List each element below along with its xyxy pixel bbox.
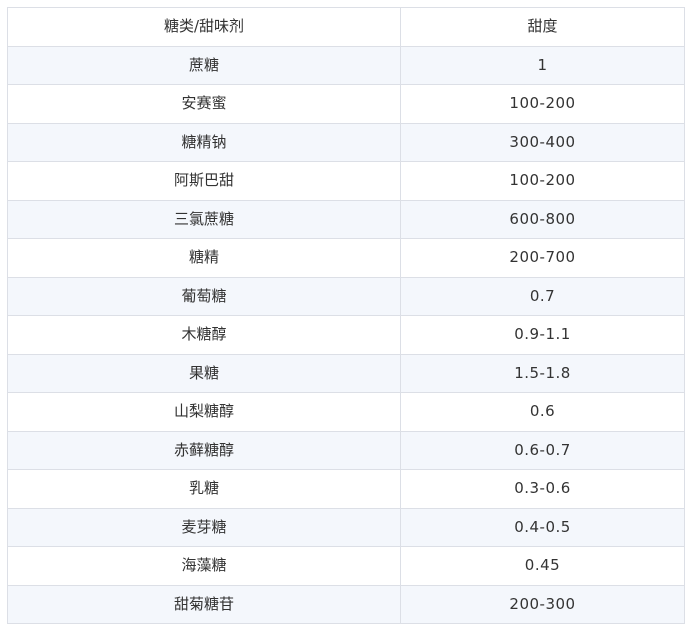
sweetener-name: 糖精 — [7, 238, 401, 278]
sweetness-value: 0.6-0.7 — [400, 430, 685, 470]
table-body: 蔗糖 1 安赛蜜 100-200 糖精钠 300-400 阿斯巴甜 100-20… — [7, 45, 685, 624]
sweetener-name: 安赛蜜 — [7, 84, 401, 124]
sweetener-name: 赤藓糖醇 — [7, 430, 401, 470]
sweetness-value: 100-200 — [400, 161, 685, 201]
sweetener-name: 麦芽糖 — [7, 507, 401, 547]
table-row: 蔗糖 1 — [7, 45, 685, 85]
sweetness-value: 300-400 — [400, 122, 685, 162]
sweetener-name: 木糖醇 — [7, 315, 401, 355]
sweetener-name: 果糖 — [7, 353, 401, 393]
table-row: 麦芽糖 0.4-0.5 — [7, 507, 685, 547]
sweetener-name: 蔗糖 — [7, 45, 401, 85]
sweetness-table-container: 糖类/甜味剂 甜度 蔗糖 1 安赛蜜 100-200 糖精钠 300-400 阿… — [7, 7, 685, 624]
sweetener-name: 海藻糖 — [7, 546, 401, 586]
sweetness-value: 200-700 — [400, 238, 685, 278]
table-row: 海藻糖 0.45 — [7, 546, 685, 586]
sweetness-value: 0.9-1.1 — [400, 315, 685, 355]
table-row: 葡萄糖 0.7 — [7, 276, 685, 316]
sweetener-name: 糖精钠 — [7, 122, 401, 162]
table-row: 山梨糖醇 0.6 — [7, 392, 685, 432]
sweetness-value: 0.4-0.5 — [400, 507, 685, 547]
table-row: 甜菊糖苷 200-300 — [7, 584, 685, 624]
sweetness-value: 200-300 — [400, 584, 685, 624]
table-header: 糖类/甜味剂 甜度 — [7, 7, 685, 47]
table-row: 糖精 200-700 — [7, 238, 685, 278]
table-row: 果糖 1.5-1.8 — [7, 353, 685, 393]
sweetener-name: 葡萄糖 — [7, 276, 401, 316]
table-row: 阿斯巴甜 100-200 — [7, 161, 685, 201]
table-row: 木糖醇 0.9-1.1 — [7, 315, 685, 355]
sweetness-value: 0.6 — [400, 392, 685, 432]
table-row: 乳糖 0.3-0.6 — [7, 469, 685, 509]
header-sweetness: 甜度 — [400, 7, 685, 47]
sweetness-value: 100-200 — [400, 84, 685, 124]
table-row: 安赛蜜 100-200 — [7, 84, 685, 124]
sweetness-value: 1 — [400, 45, 685, 85]
header-sweetener: 糖类/甜味剂 — [7, 7, 401, 47]
sweetness-value: 0.3-0.6 — [400, 469, 685, 509]
header-row: 糖类/甜味剂 甜度 — [7, 7, 685, 47]
table-row: 赤藓糖醇 0.6-0.7 — [7, 430, 685, 470]
sweetener-name: 甜菊糖苷 — [7, 584, 401, 624]
sweetener-name: 山梨糖醇 — [7, 392, 401, 432]
sweetness-value: 0.45 — [400, 546, 685, 586]
sweetener-name: 阿斯巴甜 — [7, 161, 401, 201]
sweetener-name: 三氯蔗糖 — [7, 199, 401, 239]
sweetness-value: 600-800 — [400, 199, 685, 239]
sweetness-table: 糖类/甜味剂 甜度 蔗糖 1 安赛蜜 100-200 糖精钠 300-400 阿… — [7, 7, 685, 624]
sweetness-value: 0.7 — [400, 276, 685, 316]
table-row: 糖精钠 300-400 — [7, 122, 685, 162]
sweetener-name: 乳糖 — [7, 469, 401, 509]
table-row: 三氯蔗糖 600-800 — [7, 199, 685, 239]
sweetness-value: 1.5-1.8 — [400, 353, 685, 393]
